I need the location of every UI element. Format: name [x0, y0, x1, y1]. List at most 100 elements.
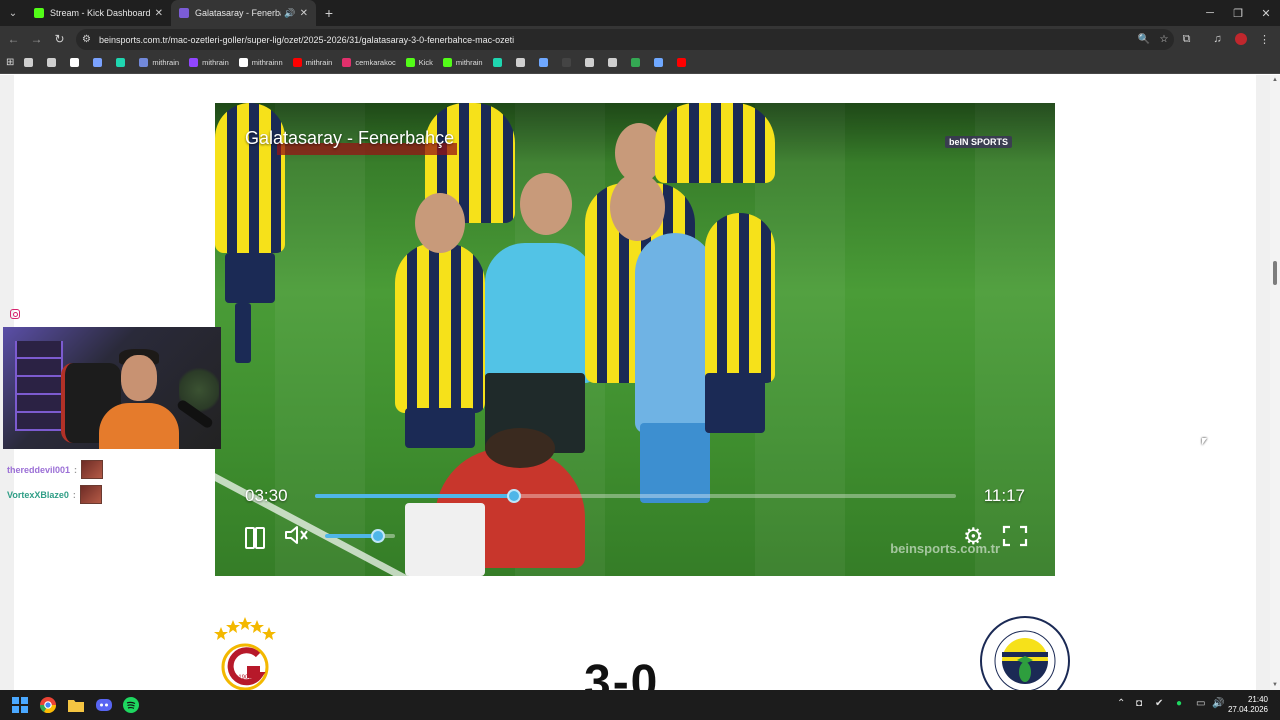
bookmark-item[interactable] [47, 58, 60, 67]
bookmark-favicon-icon [442, 58, 452, 67]
settings-gear-icon[interactable]: ⚙ [963, 524, 984, 548]
bein-sports-logo: beIN SPORTS [944, 136, 1012, 148]
shield-tray-icon[interactable]: ✔ [1155, 698, 1163, 709]
bookmark-favicon-icon [405, 58, 415, 67]
tab-galatasaray-fenerbahce[interactable]: Galatasaray - Fenerbahçe M 🔊 ✕ [171, 0, 316, 26]
back-icon[interactable]: ← [2, 32, 25, 46]
bookmark-favicon-icon [630, 58, 640, 67]
bookmark-item[interactable] [630, 58, 644, 67]
scrollbar-thumb[interactable] [1273, 261, 1277, 285]
system-clock[interactable]: 21:40 27.04.2026 [1228, 695, 1268, 715]
clock-time: 21:40 [1247, 695, 1268, 704]
chrome-taskbar-icon[interactable] [38, 695, 58, 715]
forward-icon[interactable]: → [25, 32, 48, 46]
window-controls: ─ ❐ ✕ [1196, 0, 1280, 26]
video-player[interactable]: Galatasaray - Fenerbahçe beIN SPORTS bei… [215, 103, 1055, 576]
kick-favicon-icon [34, 8, 44, 18]
toolbar-actions: ⧉ ♫ ⋮ [1175, 26, 1276, 52]
site-info-icon[interactable]: ⚙ [82, 34, 91, 45]
bookmark-item[interactable]: mithrain [442, 58, 483, 67]
volume-button[interactable] [283, 523, 309, 547]
galatasaray-crest-icon[interactable]: 1905 [210, 617, 280, 691]
mouse-cursor-icon [1202, 438, 1207, 445]
scroll-down-icon[interactable]: ▼ [1272, 682, 1278, 688]
apps-icon[interactable]: ⊞ [6, 57, 14, 68]
video-title: Galatasaray - Fenerbahçe [245, 128, 455, 148]
spotify-taskbar-icon[interactable] [121, 695, 141, 715]
discord-tray-icon[interactable]: ◘ [1136, 698, 1142, 709]
address-bar[interactable]: ⚙ beinsports.com.tr/mac-ozetleri-goller/… [76, 29, 1174, 50]
chat-username: thereddevil001 [7, 464, 71, 475]
bookmark-item[interactable] [676, 58, 690, 67]
zoom-icon[interactable]: 🔍 [1134, 34, 1154, 45]
bookmark-favicon-icon [139, 58, 149, 67]
media-control-icon[interactable]: ♫ [1206, 33, 1229, 45]
bookmark-item[interactable] [538, 58, 552, 67]
instagram-icon [10, 309, 20, 319]
start-button[interactable] [10, 695, 30, 715]
tab-audio-icon[interactable]: 🔊 [284, 8, 295, 19]
seek-bar[interactable] [315, 489, 956, 503]
bookmark-item[interactable]: mithrainn [238, 58, 283, 67]
bookmark-item[interactable] [492, 58, 506, 67]
windows-logo-icon [12, 697, 28, 713]
tab-strip: ⌄ Stream - Kick Dashboard ✕ Galatasaray … [0, 0, 1280, 26]
menu-icon[interactable]: ⋮ [1253, 33, 1276, 46]
bookmark-favicon-icon [607, 58, 617, 67]
tab-kick-dashboard[interactable]: Stream - Kick Dashboard ✕ [26, 0, 171, 26]
bookmark-favicon-icon [515, 58, 525, 67]
volume-handle[interactable] [370, 529, 385, 543]
bookmark-favicon-icon [584, 58, 594, 67]
bookmark-favicon-icon [292, 58, 302, 67]
close-tab-icon[interactable]: ✕ [155, 8, 163, 19]
chat-message: VortexXBlaze0 : [7, 485, 102, 504]
bookmark-label: mithrain [152, 58, 180, 67]
network-icon[interactable]: ▭ [1196, 698, 1205, 709]
file-explorer-icon[interactable] [66, 695, 86, 715]
pause-button[interactable] [245, 527, 265, 549]
bookmark-item[interactable] [24, 58, 37, 67]
tray-overflow-icon[interactable]: ⌃ [1117, 698, 1125, 709]
bookmark-item[interactable]: mithrain [189, 58, 229, 67]
new-tab-button[interactable]: + [316, 5, 342, 21]
bookmark-item[interactable] [561, 58, 575, 67]
volume-slider[interactable] [325, 529, 395, 543]
bookmark-item[interactable] [653, 58, 667, 67]
tab-search-icon[interactable]: ⌄ [0, 0, 26, 26]
discord-taskbar-icon[interactable] [94, 695, 114, 715]
bookmark-item[interactable] [93, 58, 106, 67]
chat-message: thereddevil001 : [7, 460, 104, 479]
bookmark-item[interactable] [116, 58, 129, 67]
bookmark-item[interactable]: mithrain [139, 58, 179, 67]
reload-icon[interactable]: ↻ [48, 32, 71, 46]
chat-emote-icon [81, 460, 104, 479]
fullscreen-button[interactable] [1002, 525, 1028, 547]
bookmark-item[interactable] [584, 58, 598, 67]
bookmark-item[interactable]: cemkarakoc [342, 58, 396, 67]
scroll-up-icon[interactable]: ▲ [1272, 77, 1278, 83]
bookmark-favicon-icon [676, 58, 686, 67]
bookmark-item[interactable]: mithrain [292, 58, 332, 67]
bookmarks-bar: ⊞ mithrain mithrain mithrainn mithrain cemka… [0, 52, 1280, 74]
extensions-icon[interactable]: ⧉ [1175, 33, 1198, 46]
close-window-icon[interactable]: ✕ [1252, 0, 1280, 26]
bookmark-item[interactable]: Kick [405, 58, 433, 67]
fenerbahce-crest-icon[interactable] [980, 616, 1070, 706]
bookmark-label: mithrain [455, 58, 483, 67]
bookmark-item[interactable] [607, 58, 621, 67]
minimize-icon[interactable]: ─ [1196, 0, 1224, 26]
page-scrollbar[interactable]: ▲ ▼ [1270, 75, 1280, 690]
bookmark-favicon-icon [561, 58, 571, 67]
bookmark-star-icon[interactable]: ☆ [1154, 34, 1174, 45]
speaker-muted-icon [285, 526, 308, 544]
seek-handle[interactable] [506, 489, 521, 503]
bookmark-item[interactable] [70, 58, 83, 67]
close-tab-icon[interactable]: ✕ [300, 8, 308, 19]
bookmark-item[interactable] [515, 58, 529, 67]
restore-icon[interactable]: ❐ [1224, 0, 1252, 26]
clock-date: 27.04.2026 [1227, 705, 1268, 714]
spotify-tray-icon[interactable]: ● [1176, 698, 1182, 709]
bookmark-favicon-icon [70, 58, 80, 67]
profile-avatar[interactable] [1235, 33, 1247, 45]
volume-tray-icon[interactable]: 🔊 [1212, 698, 1224, 709]
